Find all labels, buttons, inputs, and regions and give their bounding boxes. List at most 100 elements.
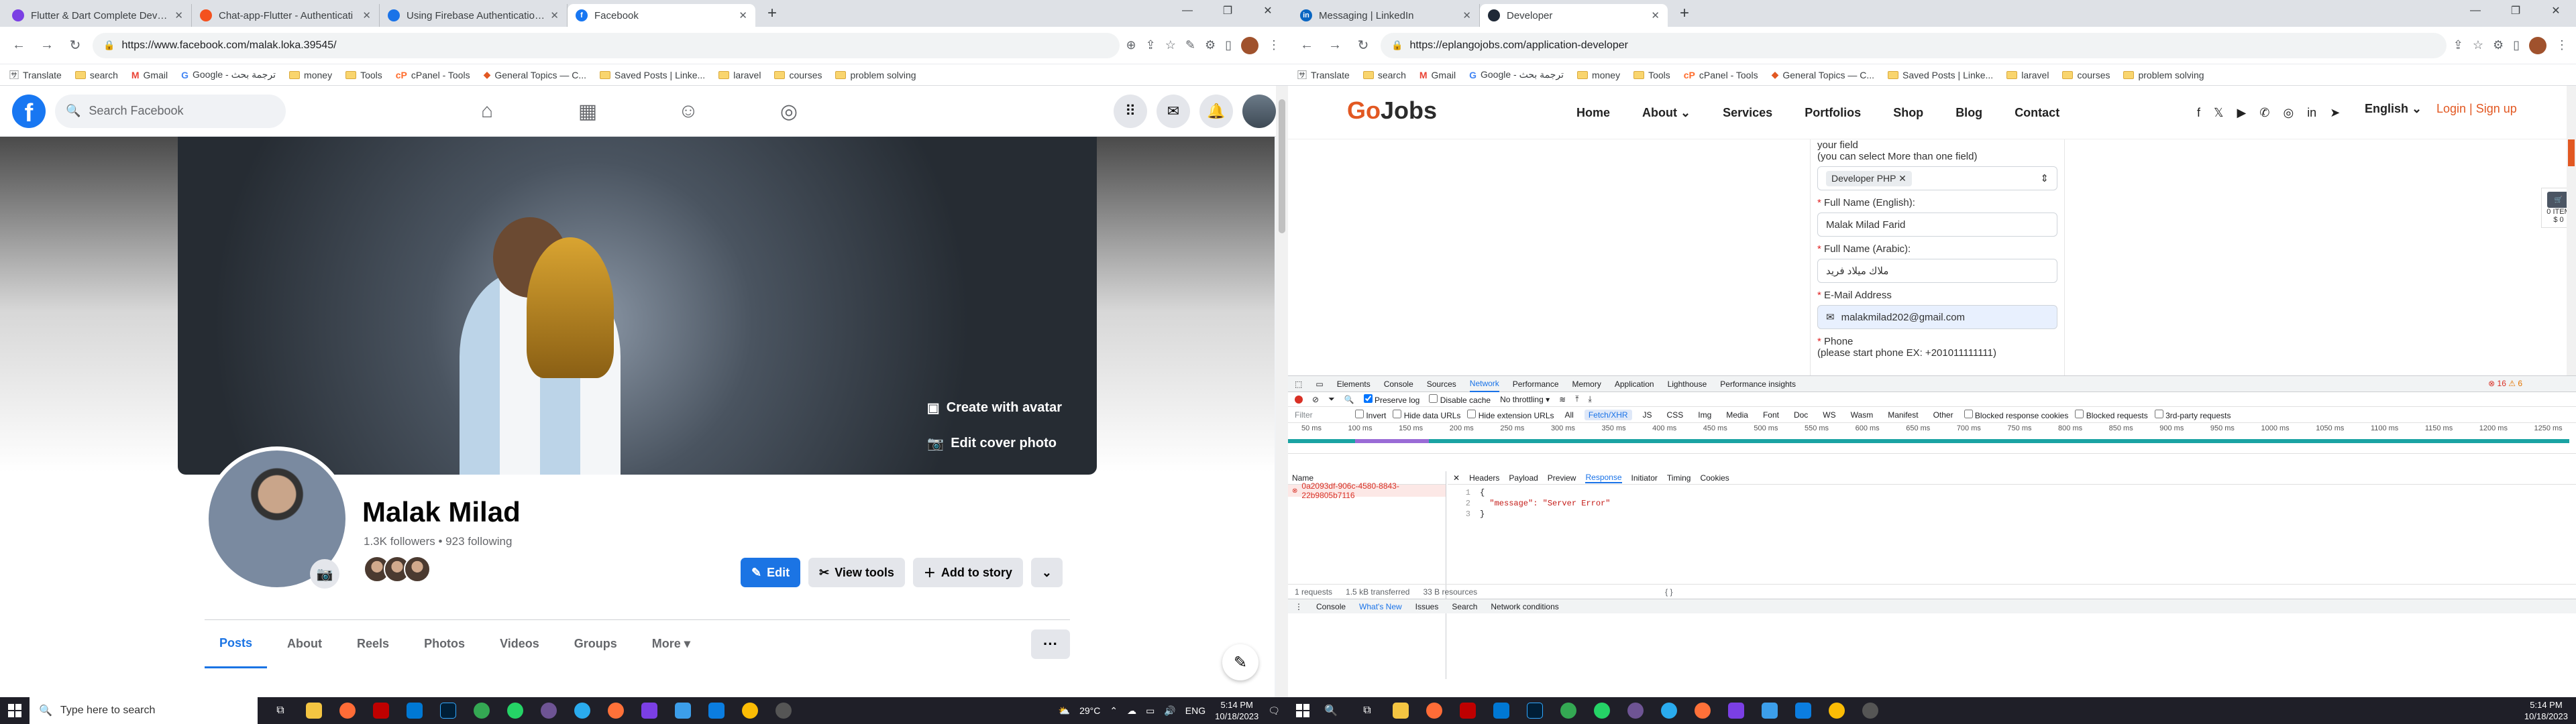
address-bar[interactable]: 🔒 https://eplangojobs.com/application-dev… — [1381, 32, 2447, 58]
photoshop-icon[interactable] — [435, 697, 462, 724]
bookmark-saved-posts[interactable]: Saved Posts | Linke... — [1888, 70, 1993, 80]
devtools-tab-elements[interactable]: Elements — [1337, 379, 1371, 389]
type-img[interactable]: Img — [1694, 410, 1715, 420]
type-doc[interactable]: Doc — [1790, 410, 1812, 420]
bookmark-general-topics[interactable]: ◆ General Topics — C... — [1772, 69, 1874, 80]
app-icon[interactable] — [703, 697, 730, 724]
weather-icon[interactable]: ⛅ — [1059, 705, 1070, 717]
bookmark-search[interactable]: search — [1362, 70, 1406, 80]
language-indicator[interactable]: ENG — [1185, 705, 1205, 716]
type-js[interactable]: JS — [1639, 410, 1656, 420]
taskbar-search[interactable]: 🔍 Type here to search — [30, 697, 258, 724]
full-name-en-input[interactable]: Malak Milad Farid — [1817, 213, 2057, 237]
chrome-icon[interactable] — [1555, 697, 1582, 724]
login-signup-link[interactable]: Login | Sign up — [2436, 102, 2517, 116]
app-icon[interactable] — [1756, 697, 1783, 724]
disable-cache-toggle[interactable] — [1429, 394, 1438, 403]
postman-icon[interactable] — [334, 697, 361, 724]
edit-profile-button[interactable]: ✎ Edit — [741, 558, 801, 587]
task-view-icon[interactable]: ⧉ — [1354, 697, 1381, 724]
tab-flutter-course[interactable]: Flutter & Dart Complete Develo ✕ — [4, 4, 192, 27]
search-icon[interactable]: 🔍 — [1318, 697, 1344, 724]
more-options-button[interactable]: ⌄ — [1030, 558, 1063, 587]
minimize-icon[interactable]: — — [2455, 0, 2496, 21]
start-button[interactable] — [1288, 697, 1318, 724]
nav-portfolios[interactable]: Portfolios — [1805, 106, 1861, 120]
friend-avatar[interactable] — [404, 556, 431, 583]
create-avatar-button[interactable]: ▣ Create with avatar — [927, 400, 1062, 416]
linkedin-icon[interactable]: in — [2307, 106, 2316, 120]
address-bar[interactable]: 🔒 https://www.facebook.com/malak.loka.395… — [93, 32, 1120, 58]
menu-grid-icon[interactable]: ⠿ — [1114, 95, 1147, 128]
bookmark-money[interactable]: money — [289, 70, 332, 80]
invert-checkbox[interactable]: Invert — [1355, 409, 1386, 420]
whatsapp-icon[interactable] — [1589, 697, 1615, 724]
bookmark-cpanel[interactable]: cP cPanel - Tools — [396, 70, 470, 80]
chrome-icon[interactable] — [1823, 697, 1850, 724]
third-party-checkbox[interactable]: 3rd-party requests — [2154, 409, 2231, 420]
cover-photo[interactable]: ▣ Create with avatar 📷 Edit cover photo — [178, 137, 1097, 475]
bookmark-laravel[interactable]: laravel — [718, 70, 761, 80]
volume-icon[interactable]: 🔊 — [1164, 705, 1175, 717]
instagram-icon[interactable]: ◎ — [2283, 106, 2294, 120]
full-name-ar-input[interactable]: ملاك ميلاد فريد — [1817, 259, 2057, 283]
response-body[interactable]: 1{ 2 "message": "Server Error" 3} — [1448, 485, 2576, 520]
scrollbar-thumb[interactable] — [2568, 139, 2575, 166]
record-icon[interactable] — [1295, 395, 1303, 404]
extensions-icon[interactable]: ⚙ — [1205, 38, 1216, 52]
notifications-icon[interactable]: 🗨 — [1268, 705, 1280, 717]
wifi-icon[interactable]: ≋ — [1559, 395, 1566, 404]
type-font[interactable]: Font — [1759, 410, 1783, 420]
bookmark-tools[interactable]: Tools — [345, 70, 382, 80]
clear-icon[interactable]: ⊘ — [1312, 395, 1319, 404]
type-css[interactable]: CSS — [1663, 410, 1688, 420]
postman-icon[interactable] — [1421, 697, 1448, 724]
bookmark-problem-solving[interactable]: problem solving — [2123, 70, 2204, 80]
devtools-tab-performance-insights[interactable]: Performance insights — [1720, 379, 1796, 389]
drawer-menu-icon[interactable]: ⋮ — [1295, 602, 1303, 611]
app-icon[interactable] — [1723, 697, 1750, 724]
github-icon[interactable] — [535, 697, 562, 724]
drawer-tab-whats-new[interactable]: What's New — [1359, 602, 1402, 611]
file-explorer-icon[interactable] — [301, 697, 327, 724]
whatsapp-icon[interactable] — [502, 697, 529, 724]
tray-chevron-icon[interactable]: ⌃ — [1110, 705, 1118, 717]
minimize-icon[interactable]: — — [1167, 0, 1208, 21]
whatsapp-icon[interactable]: ✆ — [2259, 106, 2269, 120]
nav-shop[interactable]: Shop — [1893, 106, 1923, 120]
type-ws[interactable]: WS — [1819, 410, 1839, 420]
upload-icon[interactable]: ⤒ — [1575, 394, 1578, 404]
clock[interactable]: 5:14 PM 10/18/2023 — [2524, 699, 2568, 722]
task-view-icon[interactable]: ⧉ — [267, 697, 294, 724]
app-icon[interactable] — [636, 697, 663, 724]
third-party-toggle[interactable] — [2154, 409, 2163, 418]
profile-more-dots-button[interactable]: ··· — [1031, 629, 1070, 659]
type-other[interactable]: Other — [1929, 410, 1957, 420]
field-chip[interactable]: Developer PHP ✕ — [1826, 170, 1912, 186]
remove-chip-icon[interactable]: ✕ — [1898, 173, 1907, 184]
bookmark-general-topics[interactable]: ◆ General Topics — C... — [484, 69, 586, 80]
blocked-requests-toggle[interactable] — [2075, 409, 2084, 418]
type-all[interactable]: All — [1561, 410, 1578, 420]
star-icon[interactable]: ☆ — [2473, 38, 2483, 52]
cloud-icon[interactable]: ☁ — [1127, 705, 1136, 717]
tab-reels[interactable]: Reels — [342, 620, 404, 668]
request-row[interactable]: ⊗ 0a2093df-906c-4580-8843-22b9805b7116 — [1288, 481, 1446, 500]
hide-data-urls-checkbox[interactable]: Hide data URLs — [1393, 409, 1460, 420]
bookmark-saved-posts[interactable]: Saved Posts | Linke... — [600, 70, 705, 80]
bookmark-google-translate[interactable]: G Google - ترجمة بحث — [181, 69, 276, 80]
bookmark-money[interactable]: money — [1577, 70, 1620, 80]
devtools-tab-lighthouse[interactable]: Lighthouse — [1668, 379, 1707, 389]
tab-firebase-auth[interactable]: Using Firebase Authentication | ✕ — [380, 4, 568, 27]
bookmark-google-translate[interactable]: G Google - ترجمة بحث — [1469, 69, 1564, 80]
telegram-icon[interactable]: ➤ — [2330, 106, 2340, 120]
vscode-icon[interactable] — [1488, 697, 1515, 724]
devtools-tab-memory[interactable]: Memory — [1572, 379, 1601, 389]
youtube-icon[interactable]: ▶ — [2237, 106, 2247, 120]
facebook-logo[interactable]: f — [12, 94, 46, 128]
close-tab-icon[interactable]: ✕ — [1651, 9, 1660, 21]
close-tab-icon[interactable]: ✕ — [1462, 9, 1471, 21]
add-to-story-button[interactable]: ＋ Add to story — [912, 558, 1023, 587]
bookmark-gmail[interactable]: M Gmail — [1419, 70, 1456, 80]
tab-about[interactable]: About — [272, 620, 337, 668]
